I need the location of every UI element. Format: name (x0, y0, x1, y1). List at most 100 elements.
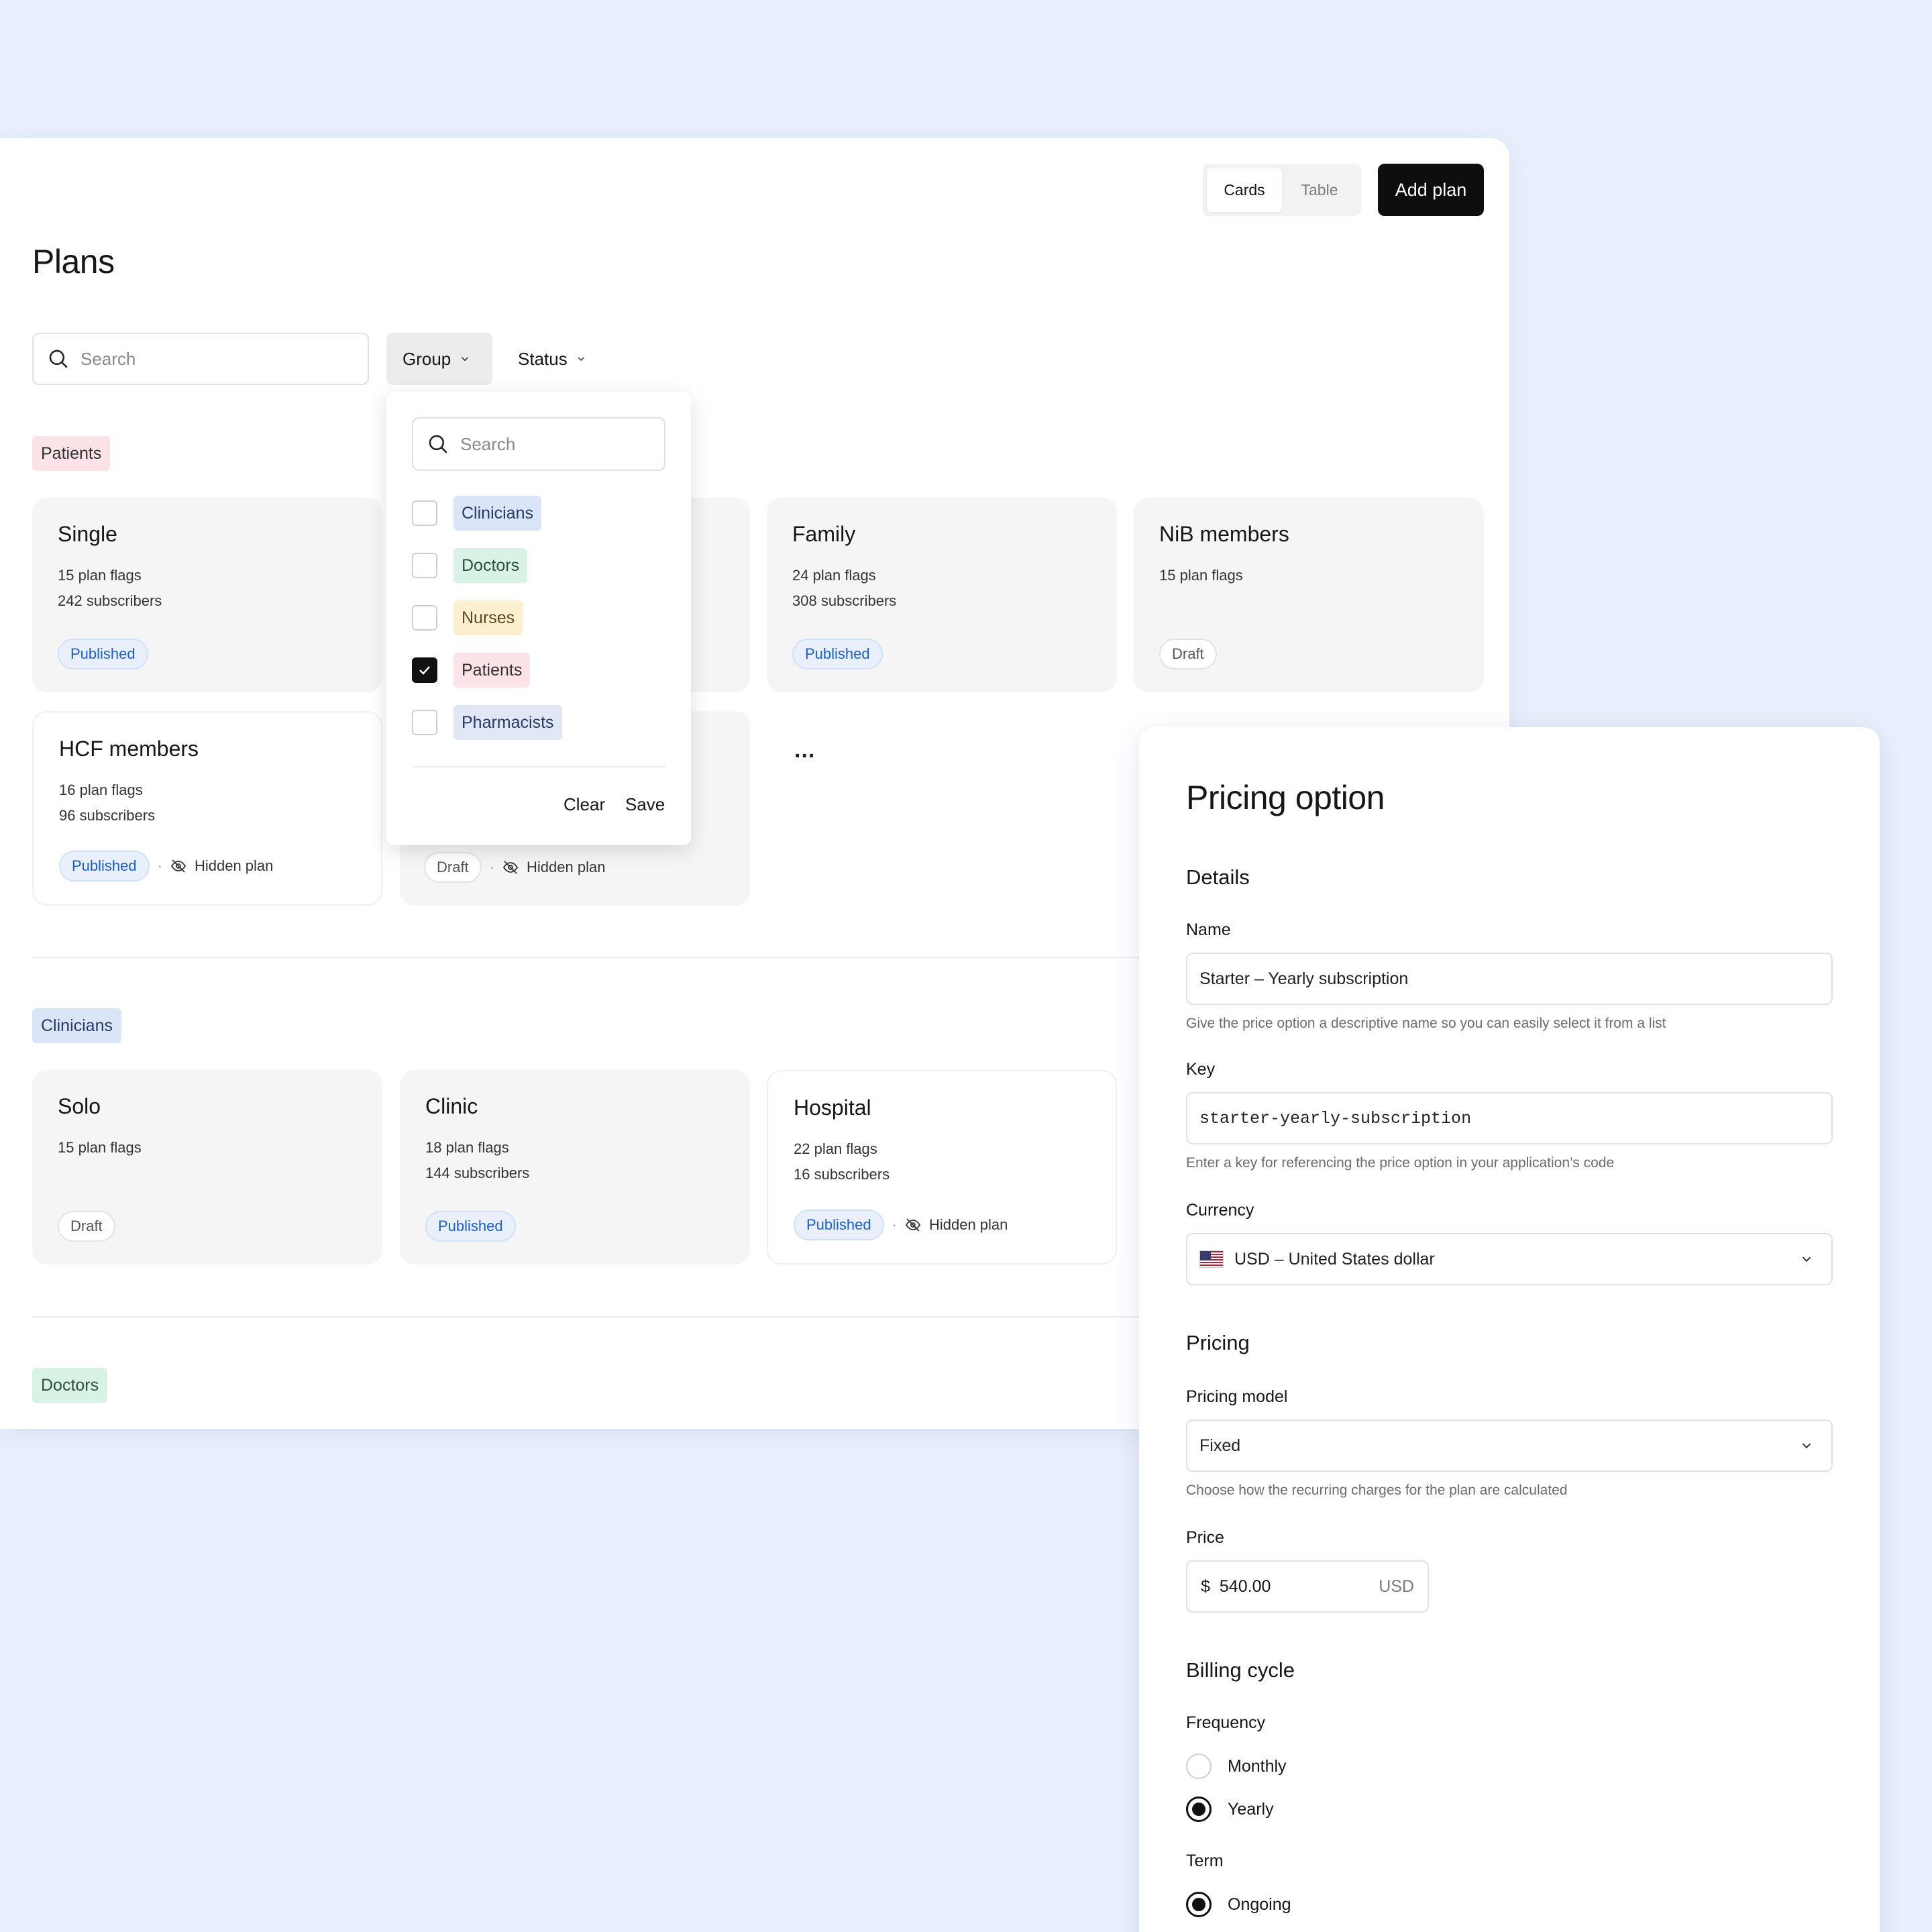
search-input[interactable]: Search (32, 333, 369, 385)
plan-flags: 16 plan flags (59, 782, 143, 798)
view-cards-tab[interactable]: Cards (1207, 168, 1282, 212)
plan-flags: 18 plan flags (425, 1139, 509, 1156)
status-badge: Draft (58, 1211, 115, 1242)
radio-label: Monthly (1228, 1756, 1287, 1776)
group-option-clinicians[interactable]: Clinicians (412, 495, 541, 531)
pricing-model-select[interactable]: Fixed (1186, 1419, 1833, 1472)
pricing-option-panel: Pricing option Details Name Starter – Ye… (1139, 727, 1880, 1932)
group-option-label: Clinicians (453, 496, 541, 531)
separator-dot: · (892, 1216, 897, 1233)
group-option-doctors[interactable]: Doctors (412, 547, 528, 584)
group-option-patients[interactable]: Patients (412, 652, 531, 688)
dropdown-search-input[interactable]: Search (412, 417, 665, 471)
group-tag-clinicians: Clinicians (32, 1008, 121, 1043)
key-input[interactable]: starter-yearly-subscription (1186, 1092, 1833, 1144)
name-help: Give the price option a descriptive name… (1186, 1016, 1666, 1031)
term-option-ongoing[interactable]: Ongoing (1186, 1892, 1291, 1917)
checkbox[interactable] (412, 710, 437, 735)
dropdown-search-placeholder: Search (460, 433, 516, 454)
save-button[interactable]: Save (625, 794, 665, 815)
term-label: Term (1186, 1851, 1224, 1870)
section-divider (32, 957, 1146, 958)
group-option-label: Doctors (453, 548, 528, 583)
group-filter-dropdown: Search Clinicians Doctors Nurses Patient… (386, 392, 691, 845)
checkbox[interactable] (412, 605, 437, 631)
plan-subscribers: 96 subscribers (59, 807, 156, 824)
plan-title: Hospital (794, 1095, 871, 1120)
frequency-label: Frequency (1186, 1713, 1266, 1732)
plan-title: Family (792, 522, 856, 546)
radio-label: Yearly (1228, 1799, 1274, 1819)
section-divider (32, 1316, 1146, 1318)
status-badge: Draft (1159, 639, 1217, 669)
frequency-option-monthly[interactable]: Monthly (1186, 1754, 1287, 1779)
chevron-down-icon (462, 357, 469, 362)
pricing-model-value: Fixed (1199, 1436, 1241, 1455)
chevron-down-icon (1802, 1443, 1811, 1449)
chevron-down-icon (1802, 1256, 1811, 1263)
us-flag-icon (1199, 1250, 1224, 1268)
price-label: Price (1186, 1528, 1224, 1547)
price-input[interactable]: $ 540.00 USD (1186, 1560, 1429, 1613)
eye-off-icon (170, 859, 186, 873)
name-input[interactable]: Starter – Yearly subscription (1186, 953, 1833, 1005)
name-label: Name (1186, 920, 1231, 939)
price-value: 540.00 (1219, 1576, 1271, 1596)
add-plan-button[interactable]: Add plan (1378, 164, 1484, 216)
dropdown-divider (412, 766, 665, 767)
plan-card-solo[interactable]: Solo 15 plan flags Draft (32, 1070, 382, 1265)
plan-card-clinic[interactable]: Clinic 18 plan flags 144 subscribers Pub… (400, 1070, 750, 1265)
price-symbol: $ (1201, 1576, 1210, 1596)
plan-title: NiB members (1159, 522, 1289, 546)
frequency-option-yearly[interactable]: Yearly (1186, 1796, 1274, 1822)
status-badge: Published (59, 851, 150, 881)
group-option-pharmacists[interactable]: Pharmacists (412, 704, 562, 741)
clear-button[interactable]: Clear (564, 794, 605, 815)
key-help: Enter a key for referencing the price op… (1186, 1155, 1615, 1171)
plan-card-single[interactable]: Single 15 plan flags 242 subscribers Pub… (32, 498, 382, 692)
more-options-button[interactable]: ... (794, 737, 815, 763)
name-value: Starter – Yearly subscription (1199, 969, 1409, 988)
group-option-label: Nurses (453, 600, 523, 635)
radio-label: Ongoing (1228, 1894, 1291, 1914)
checkbox-checked[interactable] (412, 657, 437, 683)
plan-card-family[interactable]: Family 24 plan flags 308 subscribers Pub… (767, 498, 1117, 692)
hidden-plan-label: Hidden plan (928, 1216, 1008, 1233)
group-filter-label: Group (402, 348, 451, 369)
plan-subscribers: 144 subscribers (425, 1165, 530, 1181)
plan-subscribers: 242 subscribers (58, 592, 162, 609)
plan-card-hospital[interactable]: Hospital 22 plan flags 16 subscribers Pu… (767, 1070, 1117, 1265)
pricing-heading: Pricing (1186, 1331, 1250, 1354)
plan-subscribers: 308 subscribers (792, 592, 897, 609)
pricing-model-label: Pricing model (1186, 1387, 1288, 1406)
plan-card-nib-members[interactable]: NiB members 15 plan flags Draft (1134, 498, 1484, 692)
group-filter-button[interactable]: Group (386, 333, 492, 385)
checkbox[interactable] (412, 500, 437, 526)
plan-flags: 22 plan flags (794, 1140, 877, 1157)
separator-dot: · (489, 859, 495, 875)
view-table-tab[interactable]: Table (1282, 168, 1357, 212)
hidden-plan-label: Hidden plan (527, 859, 606, 875)
status-filter-button[interactable]: Status (502, 333, 602, 385)
plan-flags: 15 plan flags (1159, 567, 1243, 584)
panel-title: Pricing option (1186, 779, 1385, 816)
eye-off-icon (502, 861, 519, 874)
plan-flags: 24 plan flags (792, 567, 876, 584)
page-title: Plans (32, 243, 115, 280)
status-badge: Draft (424, 852, 482, 883)
plan-card-hcf-members[interactable]: HCF members 16 plan flags 96 subscribers… (32, 711, 382, 906)
billing-cycle-heading: Billing cycle (1186, 1658, 1295, 1682)
hidden-plan-label: Hidden plan (194, 857, 274, 874)
currency-select[interactable]: USD – United States dollar (1186, 1233, 1833, 1285)
radio-button-selected[interactable] (1186, 1892, 1212, 1917)
currency-value: USD – United States dollar (1234, 1249, 1435, 1269)
checkbox[interactable] (412, 553, 437, 578)
radio-button[interactable] (1186, 1754, 1212, 1779)
group-option-nurses[interactable]: Nurses (412, 600, 523, 636)
search-icon (429, 435, 447, 453)
plan-flags: 15 plan flags (58, 567, 142, 584)
plan-title: Solo (58, 1094, 101, 1118)
status-badge: Published (425, 1211, 516, 1242)
radio-button-selected[interactable] (1186, 1796, 1212, 1822)
group-tag-doctors: Doctors (32, 1368, 108, 1403)
